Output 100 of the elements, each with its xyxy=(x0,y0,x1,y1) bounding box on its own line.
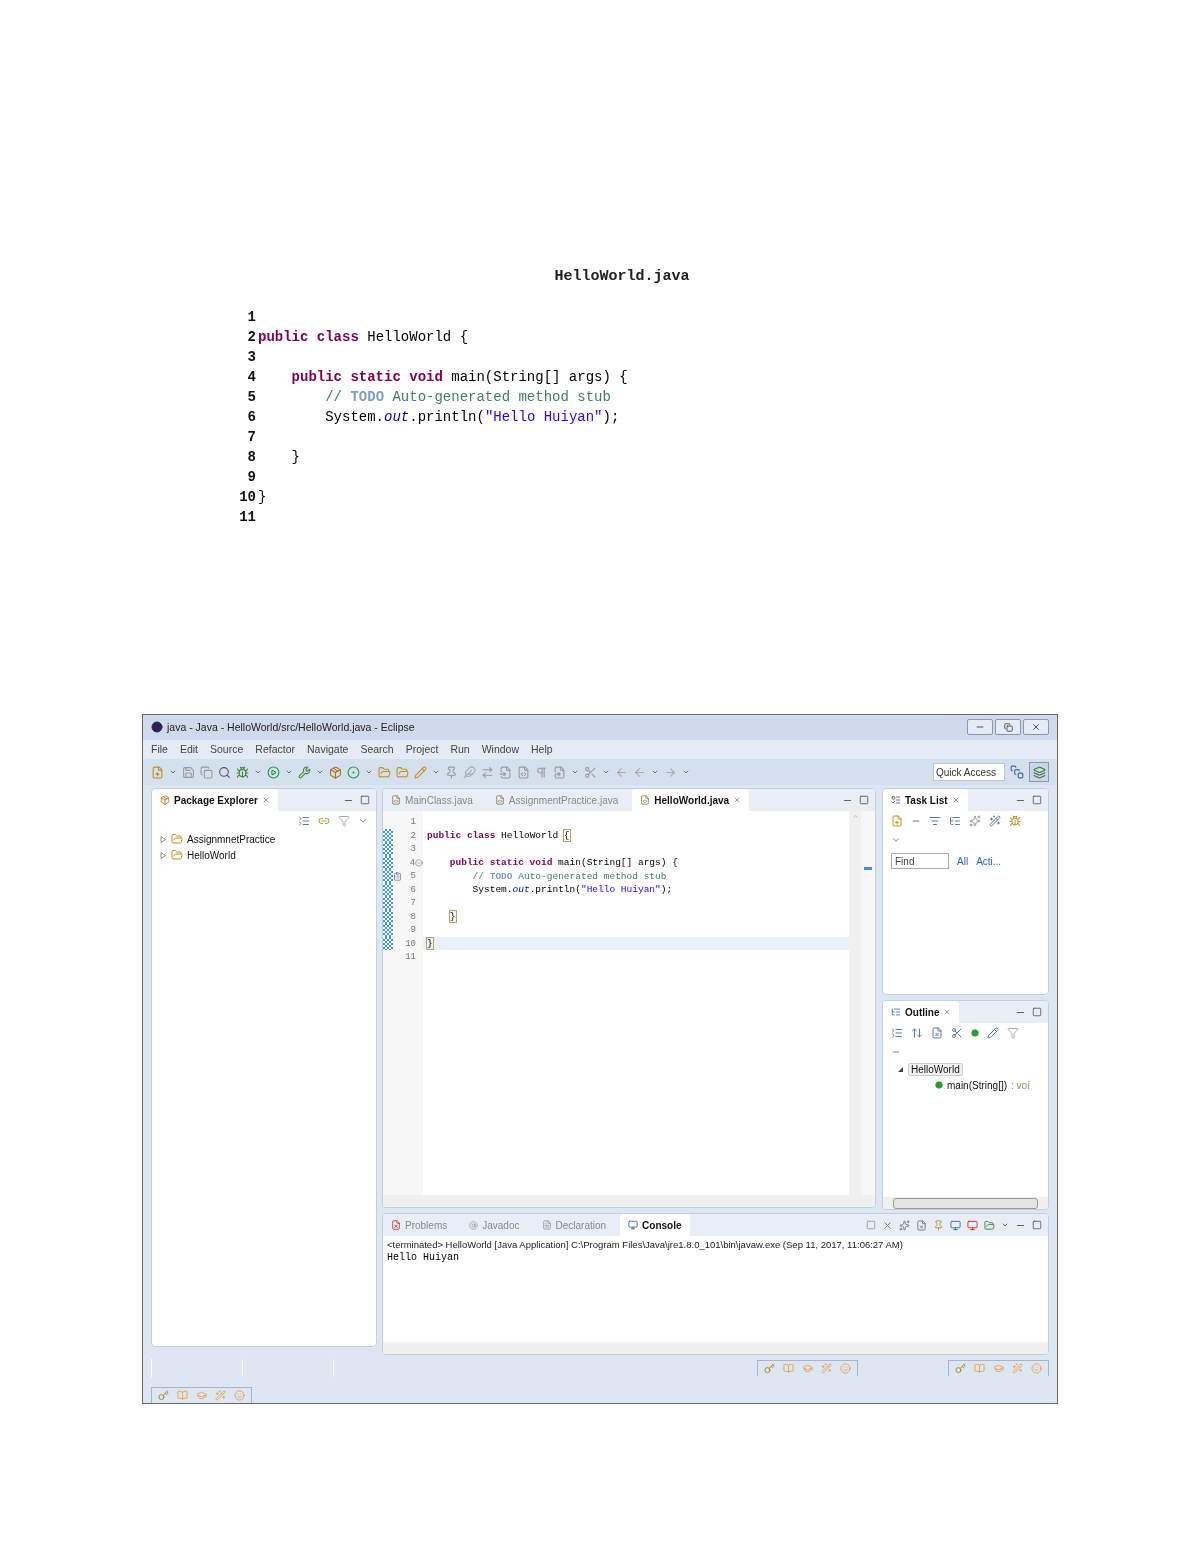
find-field[interactable]: Find xyxy=(891,853,949,870)
maximize-icon[interactable] xyxy=(1032,1007,1042,1018)
menu-item[interactable]: Navigate xyxy=(307,743,349,756)
graduation-cap-icon[interactable] xyxy=(993,1362,1004,1374)
menu-item[interactable]: Refactor xyxy=(255,743,295,756)
file-icon[interactable] xyxy=(499,765,512,779)
key-icon[interactable] xyxy=(955,1362,966,1374)
remove-all-icon[interactable] xyxy=(899,1219,910,1231)
folder-icon[interactable] xyxy=(396,765,409,779)
collapsed-arrow-icon[interactable] xyxy=(160,851,167,859)
sort-icon[interactable] xyxy=(911,1027,923,1040)
list-icon[interactable] xyxy=(929,815,941,828)
horizontal-scrollbar[interactable] xyxy=(883,1197,1048,1210)
close-icon[interactable] xyxy=(943,1008,952,1017)
sparkle-icon[interactable] xyxy=(969,815,981,828)
package-icon[interactable] xyxy=(329,765,342,779)
key-icon[interactable] xyxy=(764,1362,775,1374)
close-icon[interactable] xyxy=(261,796,270,805)
filter-icon[interactable] xyxy=(338,815,350,828)
vertical-scrollbar[interactable] xyxy=(849,811,861,1196)
collapse-icon[interactable] xyxy=(891,1027,903,1040)
wrench-icon[interactable] xyxy=(298,765,311,779)
remove-icon[interactable] xyxy=(882,1219,893,1231)
folder-icon[interactable] xyxy=(378,765,391,779)
key-icon[interactable] xyxy=(158,1390,169,1401)
wand-icon[interactable] xyxy=(989,815,1001,828)
bug-icon[interactable] xyxy=(236,765,249,779)
graduation-cap-icon[interactable] xyxy=(196,1390,207,1401)
dot-icon[interactable] xyxy=(971,1029,979,1038)
menu-item[interactable]: Window xyxy=(481,743,520,756)
new-task-icon[interactable] xyxy=(891,815,903,828)
terminate-icon[interactable] xyxy=(866,1220,876,1231)
class-icon[interactable] xyxy=(347,765,360,779)
filter-link[interactable]: Acti... xyxy=(976,855,1002,867)
menu-item[interactable]: Search xyxy=(360,743,394,756)
forward-icon[interactable] xyxy=(664,765,677,779)
quick-access-field[interactable]: Quick Access xyxy=(933,763,1005,782)
book-icon[interactable] xyxy=(783,1362,794,1374)
filter-icon[interactable] xyxy=(1007,1027,1019,1040)
smile-icon[interactable] xyxy=(234,1390,245,1401)
package-explorer-tab[interactable]: Package Explorer xyxy=(152,789,278,812)
open-perspective-icon[interactable] xyxy=(1010,765,1024,780)
pilcrow-icon[interactable] xyxy=(535,765,548,779)
menu-item[interactable]: Source xyxy=(210,743,244,756)
maximize-icon[interactable] xyxy=(1032,795,1042,806)
java-perspective-button[interactable] xyxy=(1029,762,1049,783)
hide-static-icon[interactable] xyxy=(951,1027,963,1040)
horizontal-scrollbar[interactable] xyxy=(383,1342,1048,1355)
save-all-icon[interactable] xyxy=(200,765,213,779)
pin-icon[interactable] xyxy=(933,1219,944,1231)
menu-item[interactable]: Project xyxy=(405,743,439,756)
back-icon[interactable] xyxy=(633,765,646,779)
hide-fields-icon[interactable] xyxy=(931,1027,943,1040)
feather-icon[interactable] xyxy=(463,765,476,779)
new-file-icon[interactable] xyxy=(151,765,164,779)
tree-item[interactable]: HelloWorld xyxy=(908,1062,963,1076)
arrows-icon[interactable] xyxy=(481,765,494,779)
pin-icon[interactable] xyxy=(445,765,458,779)
horizontal-scrollbar[interactable] xyxy=(383,1195,875,1208)
run-icon[interactable] xyxy=(267,765,280,779)
menu-item[interactable]: File xyxy=(151,743,168,756)
maximize-icon[interactable] xyxy=(859,795,869,806)
filter-link[interactable]: All xyxy=(957,855,969,867)
book-icon[interactable] xyxy=(177,1390,188,1401)
close-icon[interactable] xyxy=(951,796,960,805)
book-icon[interactable] xyxy=(974,1362,985,1374)
open-console-icon[interactable] xyxy=(984,1219,995,1231)
minimize-button[interactable] xyxy=(967,719,993,736)
display-icon[interactable] xyxy=(950,1219,961,1231)
file-icon[interactable] xyxy=(553,765,566,779)
console-tab[interactable]: Console xyxy=(620,1214,690,1237)
close-button[interactable] xyxy=(1023,719,1049,736)
expanded-arrow-icon[interactable] xyxy=(897,1065,904,1073)
collapsed-arrow-icon[interactable] xyxy=(160,835,167,843)
collapse-all-icon[interactable] xyxy=(298,815,310,828)
pencil-icon[interactable] xyxy=(414,765,427,779)
save-icon[interactable] xyxy=(182,765,195,779)
editor-tab[interactable]: HelloWorld.java xyxy=(632,789,750,812)
menu-item[interactable]: Run xyxy=(450,743,470,756)
maximize-icon[interactable] xyxy=(360,795,370,806)
tree-item-label[interactable]: main(String[]) xyxy=(947,1079,1007,1091)
display-icon[interactable] xyxy=(967,1219,978,1231)
hide-nonpublic-icon[interactable] xyxy=(987,1027,999,1040)
restore-button[interactable] xyxy=(995,719,1021,736)
fold-icon[interactable] xyxy=(415,858,423,867)
file-icon[interactable] xyxy=(517,765,530,779)
arrow-left-icon[interactable] xyxy=(615,765,628,779)
smile-icon[interactable] xyxy=(840,1362,851,1374)
close-icon[interactable] xyxy=(733,796,742,805)
tree-item[interactable]: HelloWorld xyxy=(187,849,236,861)
graduation-cap-icon[interactable] xyxy=(802,1362,813,1374)
scissors-icon[interactable] xyxy=(584,765,597,779)
maximize-icon[interactable] xyxy=(1032,1220,1042,1231)
clear-icon[interactable] xyxy=(916,1219,927,1231)
search-icon[interactable] xyxy=(218,765,231,779)
menu-item[interactable]: Help xyxy=(531,743,553,756)
outline-tab[interactable]: Outline xyxy=(883,1001,960,1024)
task-list-tab[interactable]: Task List xyxy=(883,789,968,812)
tree-item[interactable]: AssignmnetPractice xyxy=(187,833,276,845)
bug-icon[interactable] xyxy=(1009,815,1021,828)
